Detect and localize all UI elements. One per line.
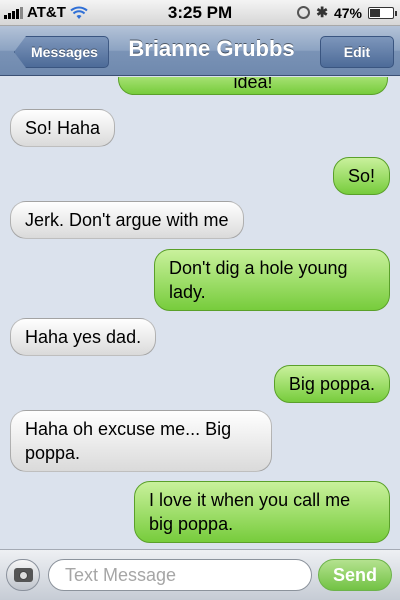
message-bubble-incoming[interactable]: So! Haha [10,109,116,147]
camera-button[interactable] [6,559,40,591]
camera-icon [14,568,33,582]
composer-bar: Send [0,549,400,600]
message-bubble-outgoing[interactable]: So! [332,157,390,195]
message-bubble-outgoing[interactable]: Big poppa. [273,365,390,403]
clock-icon [297,6,311,19]
message-thread[interactable]: idea! So! Haha So! Jerk. Don't argue wit… [0,77,400,549]
nav-bar: Messages Brianne Grubbs Edit [0,26,400,76]
send-button[interactable]: Send [318,559,392,591]
message-bubble-incoming[interactable]: Haha oh excuse me... Big poppa. [10,410,272,472]
message-bubble-incoming[interactable]: Jerk. Don't argue with me [10,201,244,239]
bluetooth-icon: ✱ [316,4,328,20]
back-button[interactable]: Messages [14,36,109,68]
edit-button[interactable]: Edit [320,36,394,68]
status-bar: AT&T 3:25 PM ✱ 47% [0,0,400,26]
message-bubble-outgoing[interactable]: I love it when you call me big poppa. [134,481,390,543]
message-bubble-incoming[interactable]: Haha yes dad. [10,318,157,356]
message-bubble-outgoing[interactable]: idea! [118,77,388,95]
message-input[interactable] [48,559,312,591]
message-bubble-outgoing[interactable]: Don't dig a hole young lady. [154,249,390,311]
conversation-title: Brianne Grubbs [128,36,295,61]
battery-icon [368,6,397,19]
battery-percent: 47% [333,4,362,21]
